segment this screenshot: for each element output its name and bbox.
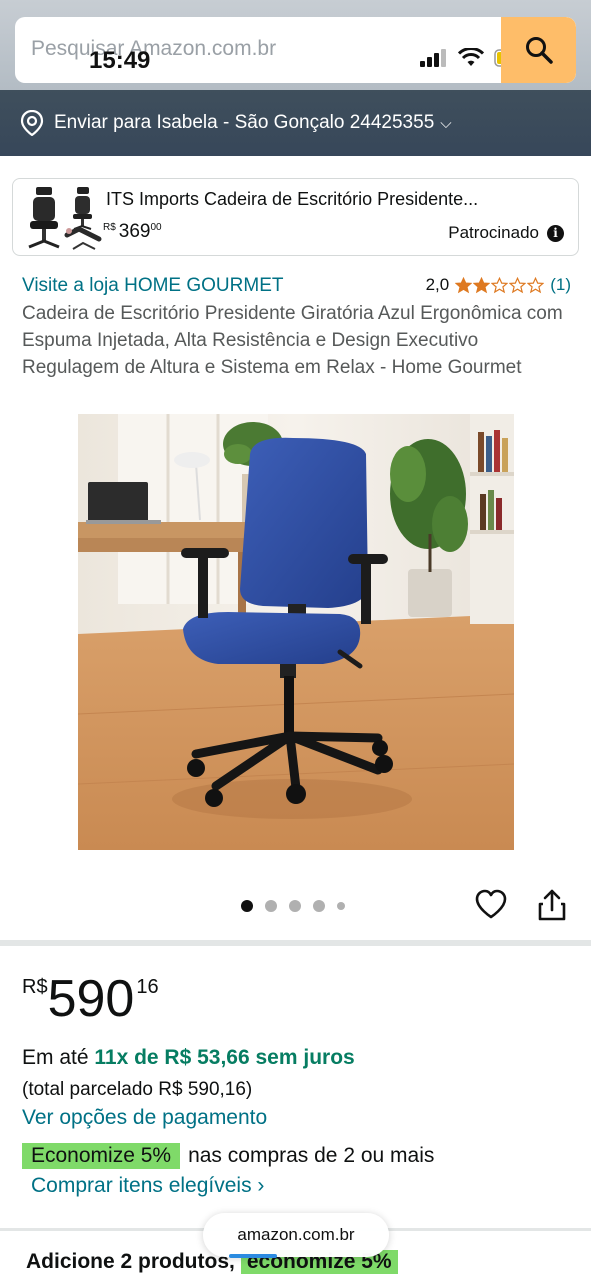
rating-stars: [455, 276, 545, 294]
product-image[interactable]: [78, 414, 514, 850]
star-empty-icon: [509, 276, 527, 293]
browser-url-pill[interactable]: amazon.com.br: [203, 1213, 389, 1257]
wifi-icon: [458, 48, 484, 66]
sponsored-product-thumbnail: [21, 183, 106, 253]
search-input[interactable]: Pesquisar Amazon.com.br: [31, 37, 276, 61]
add-products-text: Adicione 2 produtos,: [26, 1250, 235, 1273]
carousel-dot[interactable]: [313, 900, 325, 912]
top-header: Pesquisar Amazon.com.br 15:49: [0, 0, 591, 90]
carousel-dot[interactable]: [289, 900, 301, 912]
delivery-location-bar[interactable]: Enviar para Isabela - São Gonçalo 244253…: [0, 90, 591, 156]
sponsored-price-whole: 369: [118, 221, 151, 242]
product-price: R$ 590 16: [22, 970, 159, 1028]
visit-store-link[interactable]: Visite a loja HOME GOURMET: [22, 275, 283, 297]
price-whole: 590: [47, 970, 135, 1028]
price-currency: R$: [22, 976, 48, 998]
sponsored-product-price: R$ 36900: [103, 221, 162, 243]
sponsored-price-cents: 00: [150, 222, 162, 233]
star-empty-icon: [491, 276, 509, 293]
star-empty-icon: [527, 276, 545, 293]
carousel-dot[interactable]: [241, 900, 253, 912]
delivery-location-text[interactable]: Enviar para Isabela - São Gonçalo 244253…: [54, 112, 434, 134]
product-title: Cadeira de Escritório Presidente Giratór…: [22, 303, 563, 378]
location-pin-icon: [20, 110, 44, 136]
page-load-indicator: [229, 1254, 277, 1258]
installment-prefix: Em até: [22, 1046, 89, 1069]
sponsored-product-card[interactable]: ITS Imports Cadeira de Escritório Presid…: [12, 178, 579, 256]
search-bar[interactable]: Pesquisar Amazon.com.br 15:49: [15, 17, 576, 83]
wishlist-button[interactable]: [474, 888, 508, 925]
search-button[interactable]: [501, 17, 576, 83]
product-rating[interactable]: 2,0 (1): [426, 275, 571, 295]
share-button[interactable]: [537, 888, 567, 927]
sponsored-label[interactable]: Patrocinado i: [448, 223, 564, 243]
section-divider: [0, 940, 591, 946]
share-icon: [538, 889, 566, 921]
installment-total: (total parcelado R$ 590,16): [22, 1079, 253, 1100]
info-icon[interactable]: i: [547, 224, 564, 242]
payment-options-link[interactable]: Ver opções de pagamento: [22, 1106, 267, 1130]
sponsored-price-currency: R$: [103, 222, 116, 233]
installment-info: Em até 11x de R$ 53,66 sem juros: [22, 1046, 355, 1070]
rating-value: 2,0: [425, 275, 450, 294]
carousel-dot[interactable]: [265, 900, 277, 912]
star-filled-icon: [473, 276, 491, 293]
carousel-indicator: [241, 900, 345, 912]
price-cents: 16: [136, 976, 159, 998]
carousel-dot[interactable]: [337, 902, 345, 910]
star-filled-icon: [455, 276, 473, 293]
search-icon: [525, 37, 553, 64]
installment-highlight: 11x de R$ 53,66 sem juros: [94, 1046, 355, 1069]
savings-badge: Economize 5%: [22, 1143, 181, 1169]
chevron-down-icon: ⌵: [440, 114, 452, 132]
rating-count[interactable]: (1): [550, 275, 571, 295]
sponsored-product-title[interactable]: ITS Imports Cadeira de Escritório Presid…: [106, 189, 478, 210]
status-time: 15:49: [89, 47, 151, 74]
savings-text: nas compras de 2 ou mais: [188, 1144, 435, 1167]
sponsored-label-text: Patrocinado: [448, 223, 539, 242]
heart-icon: [475, 889, 507, 919]
savings-row: Economize 5% nas compras de 2 ou mais: [22, 1143, 434, 1169]
signal-icon: [420, 49, 446, 67]
eligible-items-link[interactable]: Comprar itens elegíveis ›: [31, 1174, 264, 1198]
